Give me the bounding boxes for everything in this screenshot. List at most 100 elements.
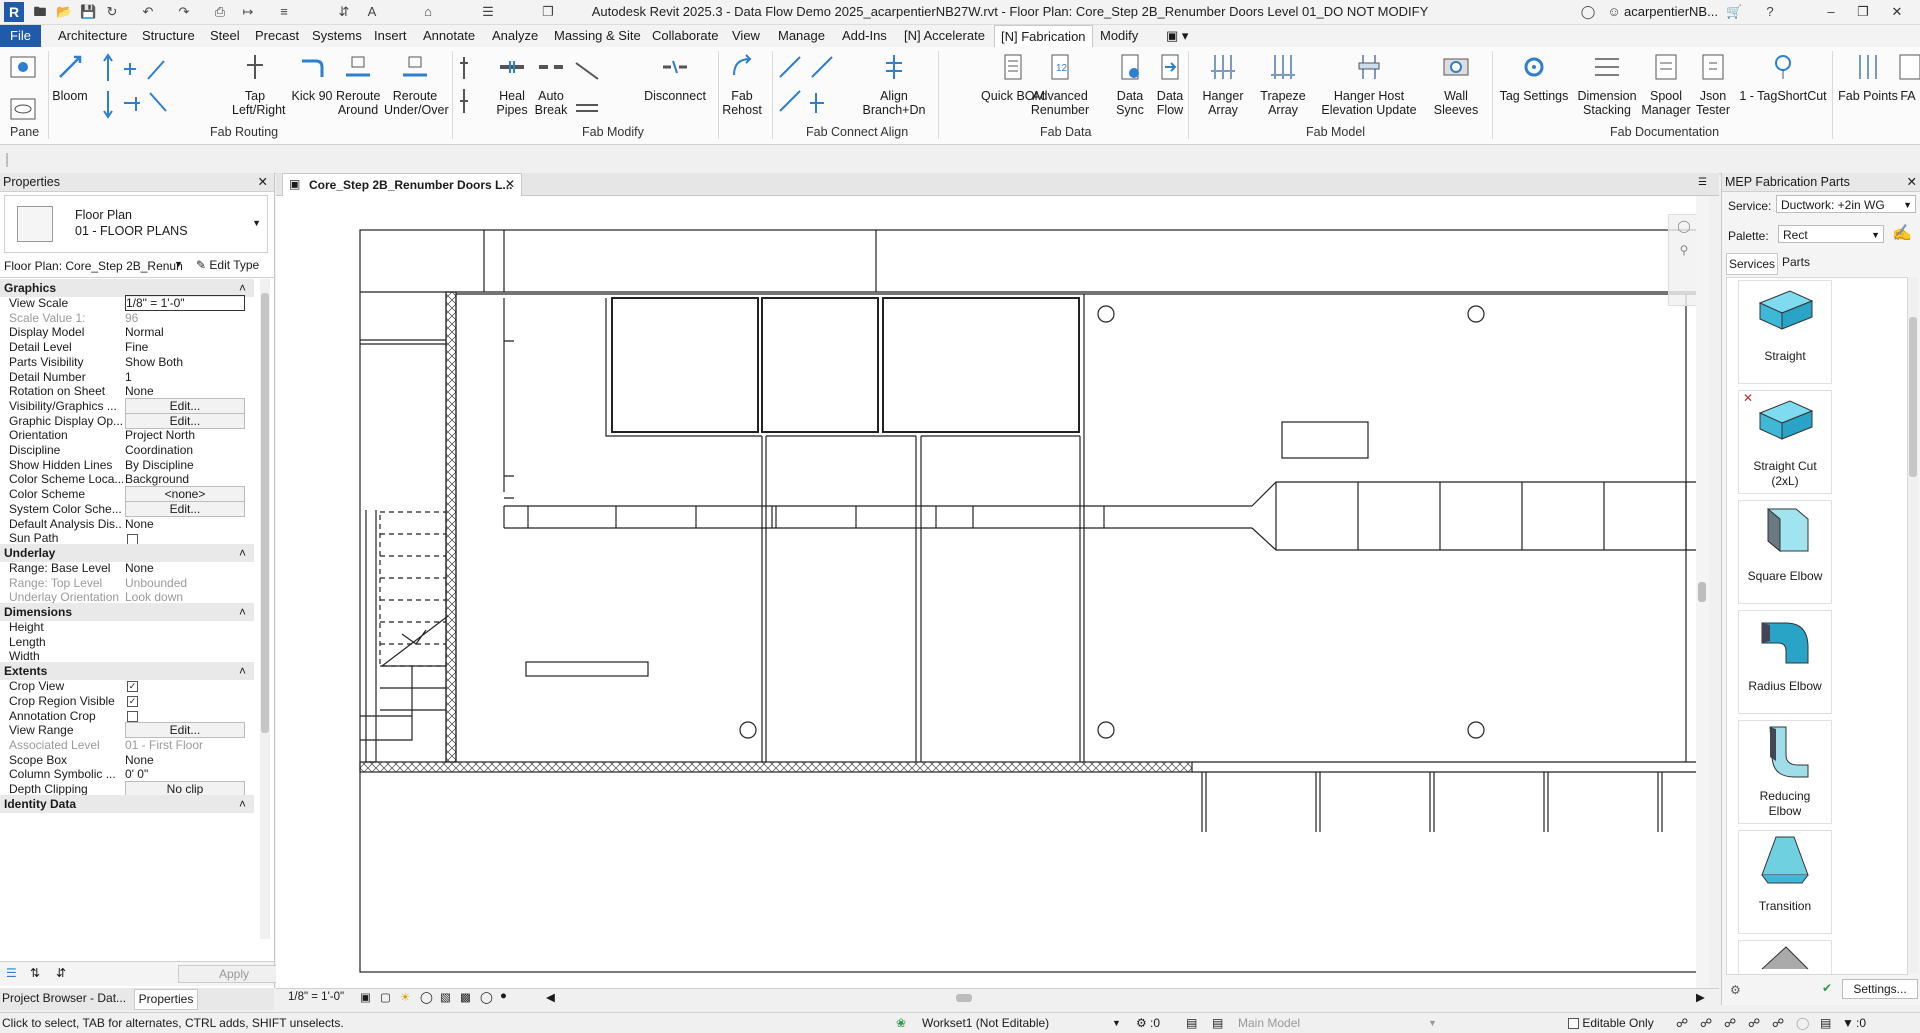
section-identity-data[interactable]: Identity Data ˄ xyxy=(0,794,254,813)
tab-parts[interactable]: Parts xyxy=(1778,255,1814,269)
home-3d-icon[interactable]: ⌂ xyxy=(420,4,436,20)
json-tester-button[interactable]: Json Tester xyxy=(1690,47,1736,117)
edit-type-button[interactable]: ✎ Edit Type xyxy=(196,258,259,272)
print-icon[interactable]: ⎙ xyxy=(212,4,228,20)
sun-path-icon[interactable]: ☀ xyxy=(400,990,410,1004)
align-icon[interactable]: ≡ xyxy=(276,4,292,20)
data-sync-button[interactable]: Data Sync xyxy=(1110,47,1150,117)
tab-annotate[interactable]: Annotate xyxy=(417,25,481,47)
properties-scrollbar[interactable] xyxy=(260,279,270,939)
collapse-icon[interactable]: ˄ xyxy=(239,795,246,813)
zoom-extents-icon[interactable]: ▤ xyxy=(1820,1013,1831,1033)
bloom-button[interactable]: Bloom xyxy=(50,47,90,103)
view-tabs-menu-icon[interactable]: ☰ xyxy=(1698,177,1707,188)
heal-pipes-button[interactable]: Heal Pipes xyxy=(490,47,534,117)
tab-precast[interactable]: Precast xyxy=(249,25,305,47)
type-selector[interactable]: Floor Plan 01 - FLOOR PLANS ▼ xyxy=(4,195,268,253)
fab-modify-split-tools[interactable] xyxy=(572,47,602,120)
kick-90-button[interactable]: Kick 90 xyxy=(290,47,334,103)
tab-architecture[interactable]: Architecture xyxy=(52,25,133,47)
tab-analyze[interactable]: Analyze xyxy=(486,25,544,47)
disconnect-button[interactable]: Disconnect xyxy=(642,47,708,103)
sync-icon[interactable]: ↻ xyxy=(104,4,120,20)
close-icon[interactable]: ✕ xyxy=(505,177,515,191)
trapeze-array-button[interactable]: Trapeze Array xyxy=(1256,47,1310,117)
open-icon[interactable]: 🖿 xyxy=(32,4,48,20)
close-icon[interactable]: ✕ xyxy=(1907,173,1917,191)
spool-manager-button[interactable]: Spool Manager xyxy=(1638,47,1694,117)
vertical-scrollbar[interactable] xyxy=(1696,196,1709,988)
show-crop-icon[interactable]: ▩ xyxy=(460,990,471,1004)
save-icon[interactable]: 💾 xyxy=(80,4,96,20)
scroll-right-icon[interactable]: ▶ xyxy=(1696,990,1705,1004)
filter-icon[interactable]: ▼ xyxy=(1842,1013,1854,1033)
tagshortcut-button[interactable]: 1 - TagShortCut xyxy=(1738,47,1828,103)
zoom-icon[interactable]: ⚲ xyxy=(1669,243,1699,257)
validate-icon[interactable]: ✔ xyxy=(1822,981,1832,995)
hanger-array-button[interactable]: Hanger Array xyxy=(1196,47,1250,117)
checkbox[interactable] xyxy=(127,533,138,545)
close-button[interactable]: ✕ xyxy=(1882,0,1912,24)
fab-modify-small-tools[interactable] xyxy=(458,47,488,120)
service-select[interactable]: Ductwork: +2in WG ▼ xyxy=(1776,195,1916,213)
settings-button[interactable]: Settings... xyxy=(1842,979,1918,999)
fa-button[interactable]: FA xyxy=(1896,47,1920,103)
tab-collaborate[interactable]: Collaborate xyxy=(646,25,725,47)
select-pinned-icon[interactable]: ☍ xyxy=(1724,1013,1736,1033)
align-branch-button[interactable]: Align Branch+Dn xyxy=(856,47,932,117)
tab-services[interactable]: Services xyxy=(1726,253,1778,275)
part-transition[interactable]: Transition xyxy=(1738,830,1832,934)
help-icon[interactable]: ? xyxy=(1762,4,1778,20)
binoculars-icon[interactable]: ◯ xyxy=(1580,4,1596,20)
sort-az-icon[interactable]: ⇅ xyxy=(30,966,40,980)
palette-select[interactable]: Rect ▼ xyxy=(1778,225,1884,243)
visual-style-icon[interactable]: ▢ xyxy=(380,990,391,1004)
fab-points-button[interactable]: Fab Points xyxy=(1838,47,1898,103)
sort-za-icon[interactable]: ⇵ xyxy=(56,966,66,980)
close-icon[interactable]: ✕ xyxy=(258,173,268,191)
tab-file[interactable]: File xyxy=(0,25,41,47)
undo-icon[interactable]: ↶ xyxy=(140,4,156,20)
scroll-left-icon[interactable]: ◀ xyxy=(546,990,555,1004)
instance-selector[interactable]: Floor Plan: Core_Step 2B_Renun xyxy=(4,259,190,273)
model-icon[interactable]: ▤ xyxy=(1212,1013,1223,1033)
advanced-renumber-button[interactable]: 12 Advanced Renumber xyxy=(1030,47,1090,117)
view-tab[interactable]: ▣ Core_Step 2B_Renumber Doors L... ✕ xyxy=(282,173,522,196)
apply-button[interactable]: Apply xyxy=(178,965,290,983)
tab-view[interactable]: View xyxy=(726,25,766,47)
reroute-under-over-button[interactable]: Reroute Under/Over xyxy=(384,47,449,117)
tab-add-ins[interactable]: Add-Ins xyxy=(836,25,893,47)
select-by-face-icon[interactable]: ☍ xyxy=(1748,1013,1760,1033)
tab-modify[interactable]: Modify xyxy=(1094,25,1144,47)
parts-scrollbar[interactable] xyxy=(1908,277,1918,973)
tab-massing-site[interactable]: Massing & Site xyxy=(548,25,647,47)
checkbox[interactable]: ✓ xyxy=(127,696,138,708)
tab-accelerate[interactable]: [N] Accelerate xyxy=(898,25,991,47)
workset-selector[interactable]: Workset1 (Not Editable) xyxy=(922,1013,1049,1033)
palette-tool-icon[interactable]: ✍ xyxy=(1892,223,1912,243)
wall-sleeves-button[interactable]: Wall Sleeves xyxy=(1428,47,1484,117)
pane-toggle-button[interactable] xyxy=(6,47,40,89)
tab-systems[interactable]: Systems xyxy=(306,25,368,47)
reroute-around-button[interactable]: Reroute Around xyxy=(336,47,380,117)
restore-button[interactable]: ❐ xyxy=(1848,0,1878,24)
remove-icon[interactable]: ✕ xyxy=(1743,391,1753,405)
detail-level-icon[interactable]: ▣ xyxy=(360,990,371,1004)
design-options-icon[interactable]: ▤ xyxy=(1186,1013,1197,1033)
measure-icon[interactable]: ↦ xyxy=(240,4,256,20)
text-icon[interactable]: A xyxy=(364,4,380,20)
shadows-icon[interactable]: ◯ xyxy=(420,990,433,1004)
tab-structure[interactable]: Structure xyxy=(136,25,201,47)
editable-only-checkbox[interactable]: Editable Only xyxy=(1566,1013,1654,1033)
fab-rehost-button[interactable]: Fab Rehost xyxy=(720,47,764,117)
part-next[interactable] xyxy=(1738,940,1832,974)
user-name[interactable]: acarpentierNB... xyxy=(1624,4,1718,19)
tab-properties[interactable]: Properties xyxy=(134,989,198,1010)
open-folder-icon[interactable]: 📂 xyxy=(56,4,72,20)
crop-icon[interactable]: ▧ xyxy=(440,990,451,1004)
switch-windows-icon[interactable]: ❐ xyxy=(540,4,556,20)
part-straight[interactable]: Straight xyxy=(1738,280,1832,384)
thin-lines-icon[interactable]: ☰ xyxy=(480,4,496,20)
select-underlay-icon[interactable]: ☍ xyxy=(1700,1013,1712,1033)
reveal-hidden-icon[interactable]: ● xyxy=(500,990,507,1002)
